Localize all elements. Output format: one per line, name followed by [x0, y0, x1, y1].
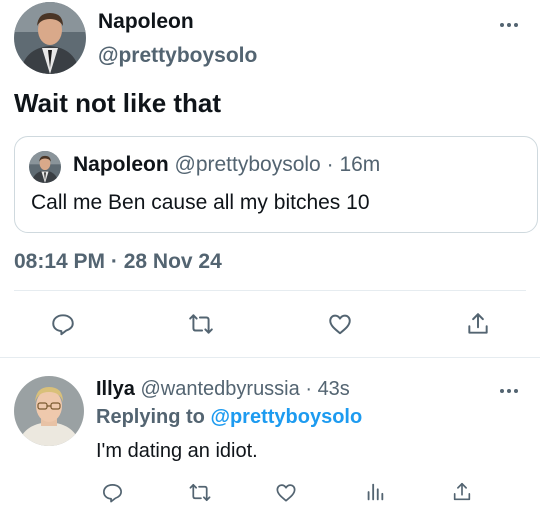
reply-icon[interactable]	[47, 308, 79, 340]
display-name: Napoleon	[73, 153, 169, 176]
like-icon[interactable]	[270, 476, 302, 508]
tweet-age[interactable]: 43s	[318, 378, 350, 400]
avatar[interactable]	[14, 376, 84, 446]
analytics-icon[interactable]	[359, 476, 391, 508]
separator: ·	[305, 378, 312, 400]
display-name[interactable]: Napoleon	[98, 10, 194, 34]
quoted-tweet-header: Napoleon @prettyboysolo · 16m	[73, 153, 380, 177]
share-icon[interactable]	[446, 476, 478, 508]
more-options-icon[interactable]	[500, 386, 524, 396]
display-name[interactable]: Illya	[96, 378, 135, 400]
reply-icon[interactable]	[96, 476, 128, 508]
tweet-age: 16m	[339, 153, 381, 176]
time: 08:14 PM	[14, 250, 106, 273]
reply-header: Illya @wantedbyrussia · 43s	[96, 378, 350, 401]
like-icon[interactable]	[324, 308, 356, 340]
quoted-tweet-text: Call me Ben cause all my bitches 10	[31, 191, 370, 214]
main-tweet: Napoleon @prettyboysolo Wait not like th…	[0, 0, 540, 358]
avatar	[29, 151, 61, 183]
avatar[interactable]	[14, 2, 86, 74]
retweet-icon[interactable]	[184, 476, 216, 508]
retweet-icon[interactable]	[185, 308, 217, 340]
handle: @prettyboysolo	[174, 153, 321, 176]
date: 28 Nov 24	[123, 250, 222, 273]
mention-link[interactable]: @prettyboysolo	[210, 406, 362, 428]
separator: ·	[110, 250, 118, 273]
more-options-icon[interactable]	[500, 20, 524, 30]
timestamp[interactable]: 08:14 PM · 28 Nov 24	[14, 250, 222, 274]
replying-to: Replying to @prettyboysolo	[96, 406, 362, 429]
handle[interactable]: @prettyboysolo	[98, 44, 257, 68]
handle[interactable]: @wantedbyrussia	[140, 378, 299, 400]
tweet-text: I'm dating an idiot.	[96, 440, 258, 462]
share-icon[interactable]	[462, 308, 494, 340]
divider	[14, 290, 526, 291]
tweet-text: Wait not like that	[14, 88, 222, 118]
quoted-tweet-card[interactable]: Napoleon @prettyboysolo · 16m Call me Be…	[14, 136, 538, 233]
reply-tweet: Illya @wantedbyrussia · 43s Replying to …	[0, 358, 540, 513]
replying-to-label: Replying to	[96, 406, 205, 428]
separator: ·	[326, 153, 334, 176]
